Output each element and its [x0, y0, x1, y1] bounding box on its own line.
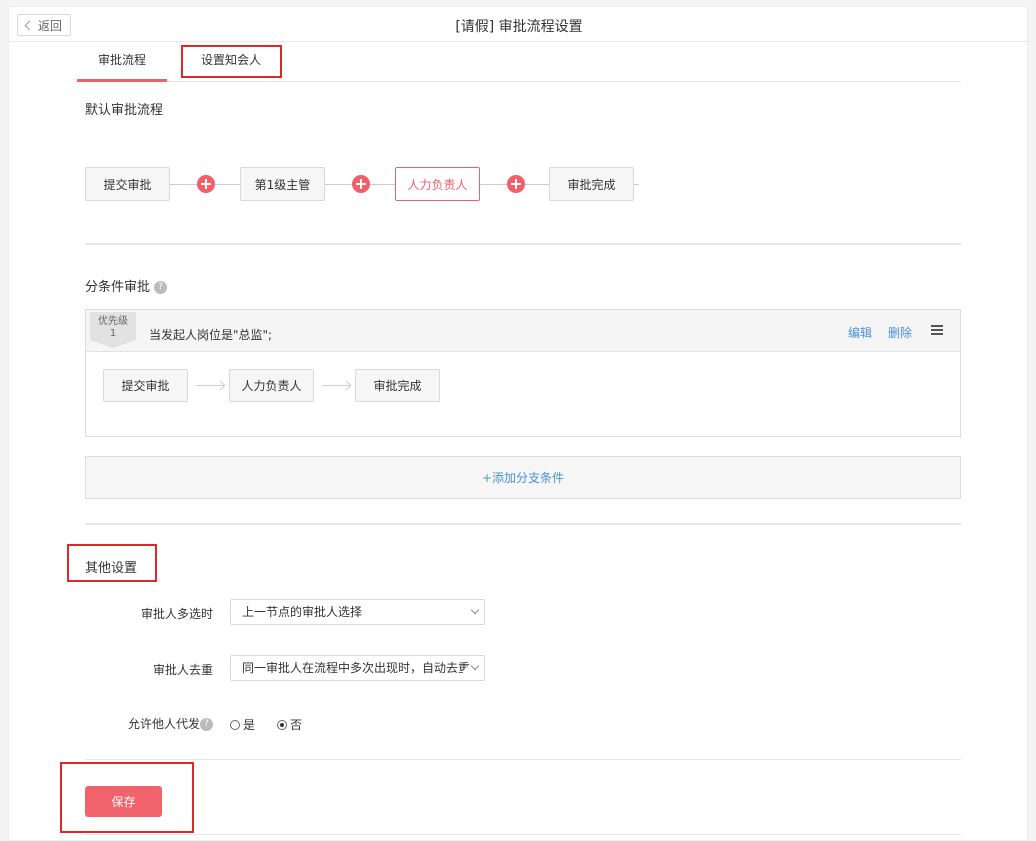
- question-circle-icon[interactable]: ?: [154, 281, 168, 294]
- add-node-plus-icon[interactable]: [197, 175, 215, 193]
- default-flow-title: 默认审批流程: [85, 103, 164, 118]
- flow-node-hr[interactable]: 人力负责人: [395, 167, 480, 201]
- flow-node-supervisor[interactable]: 第1级主管: [240, 167, 325, 201]
- section-divider: [85, 834, 961, 835]
- save-button[interactable]: 保存: [85, 786, 162, 817]
- flow-node-submit[interactable]: 提交审批: [85, 167, 170, 201]
- rule-node-complete[interactable]: 审批完成: [355, 369, 440, 402]
- condition-rule-card: 优先级 1 当发起人岗位是"总监"; 编辑 删除 提交审批 人力负责人 审批完成: [85, 309, 961, 437]
- delete-rule-link[interactable]: 删除: [888, 324, 912, 341]
- dedupe-value: 同一审批人在流程中多次出现时，自动去重: [242, 661, 471, 675]
- rule-node-hr[interactable]: 人力负责人: [229, 369, 314, 402]
- conditional-title-text: 分条件审批: [85, 280, 151, 295]
- dedupe-select[interactable]: 同一审批人在流程中多次出现时，自动去重: [230, 655, 485, 681]
- chevron-down-icon: [470, 661, 480, 671]
- question-circle-icon[interactable]: ?: [200, 718, 213, 731]
- multi-approver-select[interactable]: 上一节点的审批人选择: [230, 599, 485, 625]
- condition-rule-header: 优先级 1 当发起人岗位是"总监"; 编辑 删除: [86, 310, 960, 352]
- tab-approval-flow[interactable]: 审批流程: [77, 43, 167, 82]
- page-title: [请假] 审批流程设置: [455, 19, 583, 35]
- condition-text: 当发起人岗位是"总监";: [149, 328, 273, 342]
- rule-node-submit[interactable]: 提交审批: [103, 369, 188, 402]
- tab-bar: 审批流程 设置知会人: [77, 43, 961, 82]
- priority-label: 优先级: [98, 316, 128, 327]
- top-bar: 返回 [请假] 审批流程设置: [9, 7, 1029, 42]
- settings-page: 返回 [请假] 审批流程设置 审批流程 设置知会人 默认审批流程 提交审批 第1…: [8, 6, 1029, 841]
- other-settings-title: 其他设置: [85, 561, 138, 576]
- add-node-plus-icon[interactable]: [507, 175, 525, 193]
- section-divider: [85, 243, 961, 245]
- dedupe-label: 审批人去重: [152, 663, 213, 677]
- add-node-plus-icon[interactable]: [352, 175, 370, 193]
- radio-yes-label: 是: [243, 718, 256, 732]
- edit-rule-link[interactable]: 编辑: [848, 324, 872, 341]
- section-divider: [85, 523, 961, 525]
- flow-node-complete[interactable]: 审批完成: [549, 167, 634, 201]
- arrow-right-icon: [322, 385, 350, 386]
- tab-set-notify[interactable]: 设置知会人: [181, 43, 281, 82]
- priority-number: 1: [109, 328, 117, 339]
- priority-badge: 优先级 1: [90, 312, 136, 348]
- chevron-down-icon: [470, 605, 480, 615]
- radio-circle-icon: [230, 719, 240, 730]
- multi-approver-label: 审批人多选时: [140, 607, 213, 621]
- conditional-title: 分条件审批 ?: [85, 276, 168, 295]
- allow-others-label-text: 允许他人代发: [127, 717, 200, 731]
- arrow-right-icon: [196, 385, 224, 386]
- add-branch-button[interactable]: +添加分支条件: [85, 456, 961, 499]
- allow-others-label: 允许他人代发?: [113, 715, 213, 732]
- section-divider: [85, 759, 961, 760]
- radio-yes[interactable]: 是: [230, 716, 255, 733]
- radio-no-label: 否: [290, 718, 303, 732]
- radio-checked-icon: [277, 719, 287, 730]
- multi-approver-value: 上一节点的审批人选择: [242, 605, 363, 619]
- drag-menu-icon[interactable]: [931, 325, 943, 336]
- radio-no[interactable]: 否: [277, 716, 302, 733]
